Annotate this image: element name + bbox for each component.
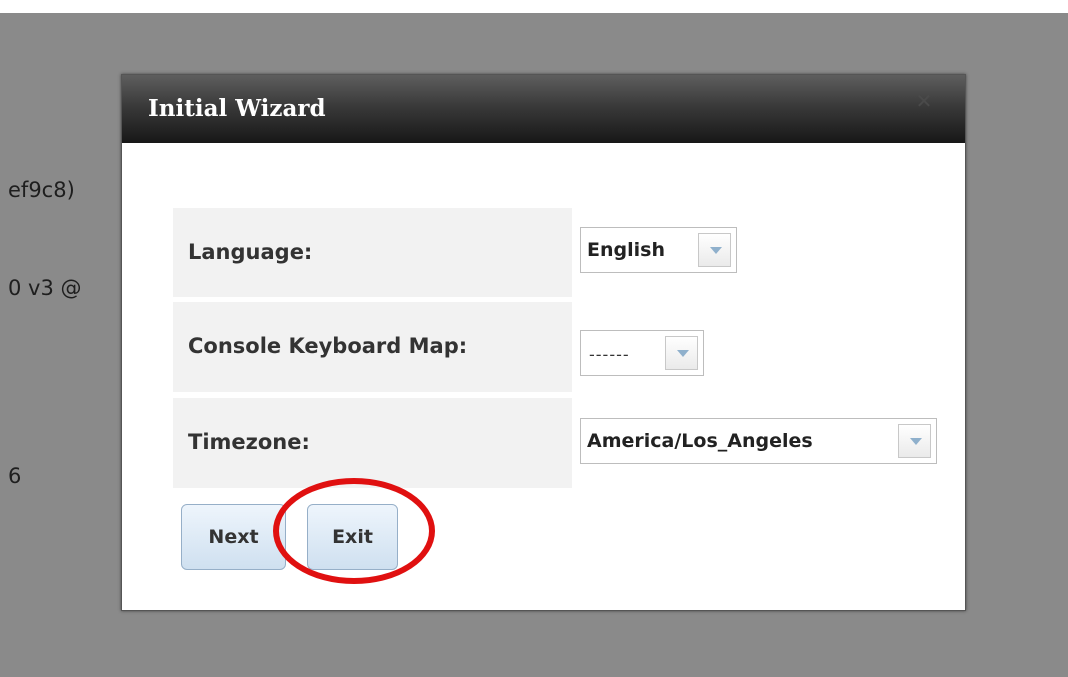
chevron-down-icon[interactable] bbox=[898, 424, 931, 458]
timezone-label-cell: Timezone: bbox=[173, 398, 572, 488]
close-icon[interactable]: ✕ bbox=[913, 90, 935, 112]
dialog-title: Initial Wizard bbox=[148, 95, 326, 122]
language-label: Language: bbox=[188, 240, 313, 264]
timezone-value: America/Los_Angeles bbox=[587, 430, 813, 452]
language-value: English bbox=[587, 239, 665, 261]
keyboard-label-cell: Console Keyboard Map: bbox=[173, 302, 572, 392]
chevron-down-icon[interactable] bbox=[698, 233, 731, 267]
keyboard-label: Console Keyboard Map: bbox=[188, 334, 468, 358]
background-text-2: 0 v3 @ bbox=[8, 276, 82, 300]
keyboard-value: ------ bbox=[589, 345, 630, 364]
background-text-3: 6 bbox=[8, 464, 22, 488]
initial-wizard-dialog: Initial Wizard ✕ Language: English Conso… bbox=[121, 74, 966, 611]
timezone-label: Timezone: bbox=[188, 430, 310, 454]
timezone-select[interactable]: America/Los_Angeles bbox=[580, 418, 937, 464]
background-text-1: ef9c8) bbox=[8, 178, 75, 202]
language-select[interactable]: English bbox=[580, 227, 737, 273]
next-button[interactable]: Next bbox=[181, 504, 286, 570]
dialog-titlebar[interactable]: Initial Wizard ✕ bbox=[122, 75, 965, 143]
keyboard-select[interactable]: ------ bbox=[580, 330, 704, 376]
chevron-down-icon[interactable] bbox=[665, 336, 698, 370]
exit-button[interactable]: Exit bbox=[307, 504, 398, 570]
language-label-cell: Language: bbox=[173, 208, 572, 297]
